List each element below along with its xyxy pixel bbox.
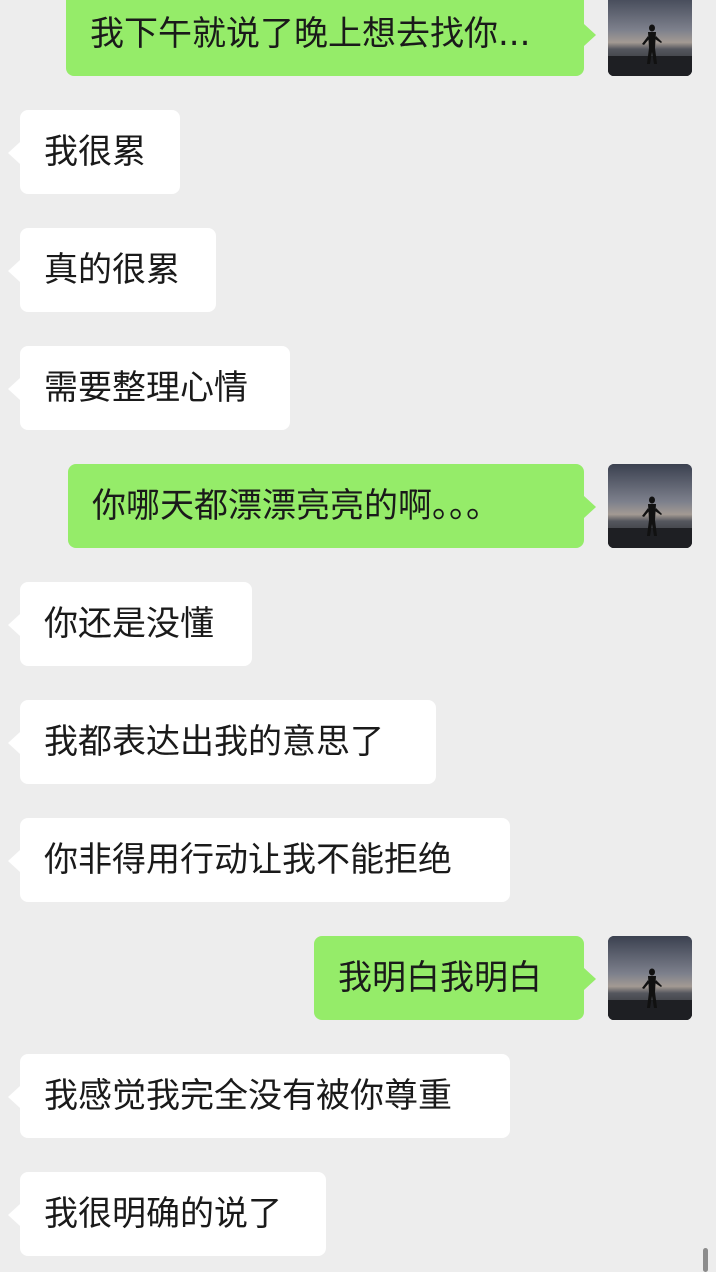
message-text: 我很累: [44, 132, 146, 172]
user-avatar[interactable]: [608, 936, 692, 1020]
message-text: 我感觉我完全没有被你尊重: [44, 1076, 452, 1116]
avatar-photo-icon: [608, 936, 692, 1020]
scrollbar-thumb[interactable]: [703, 1248, 708, 1272]
chat-window: 我下午就说了晚上想去找你... 我很累 真的很累 需要整理心情 你哪天都漂漂亮亮…: [0, 0, 716, 1272]
received-message-bubble[interactable]: 我感觉我完全没有被你尊重: [8, 1054, 510, 1138]
message-text: 我很明确的说了: [44, 1194, 282, 1234]
avatar-photo-icon: [608, 0, 692, 76]
received-message-bubble[interactable]: 我很明确的说了: [8, 1172, 326, 1256]
message-text: 我都表达出我的意思了: [44, 722, 384, 762]
received-message-bubble[interactable]: 我很累: [8, 110, 180, 194]
message-text: 你非得用行动让我不能拒绝: [44, 840, 452, 880]
message-text: 你哪天都漂漂亮亮的啊。。。: [92, 486, 500, 526]
received-message-bubble[interactable]: 你还是没懂: [8, 582, 252, 666]
message-text: 你还是没懂: [44, 604, 214, 644]
message-text: 我下午就说了晚上想去找你...: [90, 14, 531, 54]
received-message-bubble[interactable]: 需要整理心情: [8, 346, 290, 430]
received-message-bubble[interactable]: 你非得用行动让我不能拒绝: [8, 818, 510, 902]
user-avatar[interactable]: [608, 464, 692, 548]
received-message-bubble[interactable]: 真的很累: [8, 228, 216, 312]
message-text: 我明白我明白: [338, 958, 542, 998]
message-text: 真的很累: [44, 250, 180, 290]
sent-message-bubble[interactable]: 我下午就说了晚上想去找你...: [66, 0, 596, 76]
received-message-bubble[interactable]: 我都表达出我的意思了: [8, 700, 436, 784]
sent-message-bubble[interactable]: 我明白我明白: [314, 936, 596, 1020]
sent-message-bubble[interactable]: 你哪天都漂漂亮亮的啊。。。: [68, 464, 596, 548]
user-avatar[interactable]: [608, 0, 692, 76]
message-text: 需要整理心情: [44, 368, 248, 408]
avatar-photo-icon: [608, 464, 692, 548]
